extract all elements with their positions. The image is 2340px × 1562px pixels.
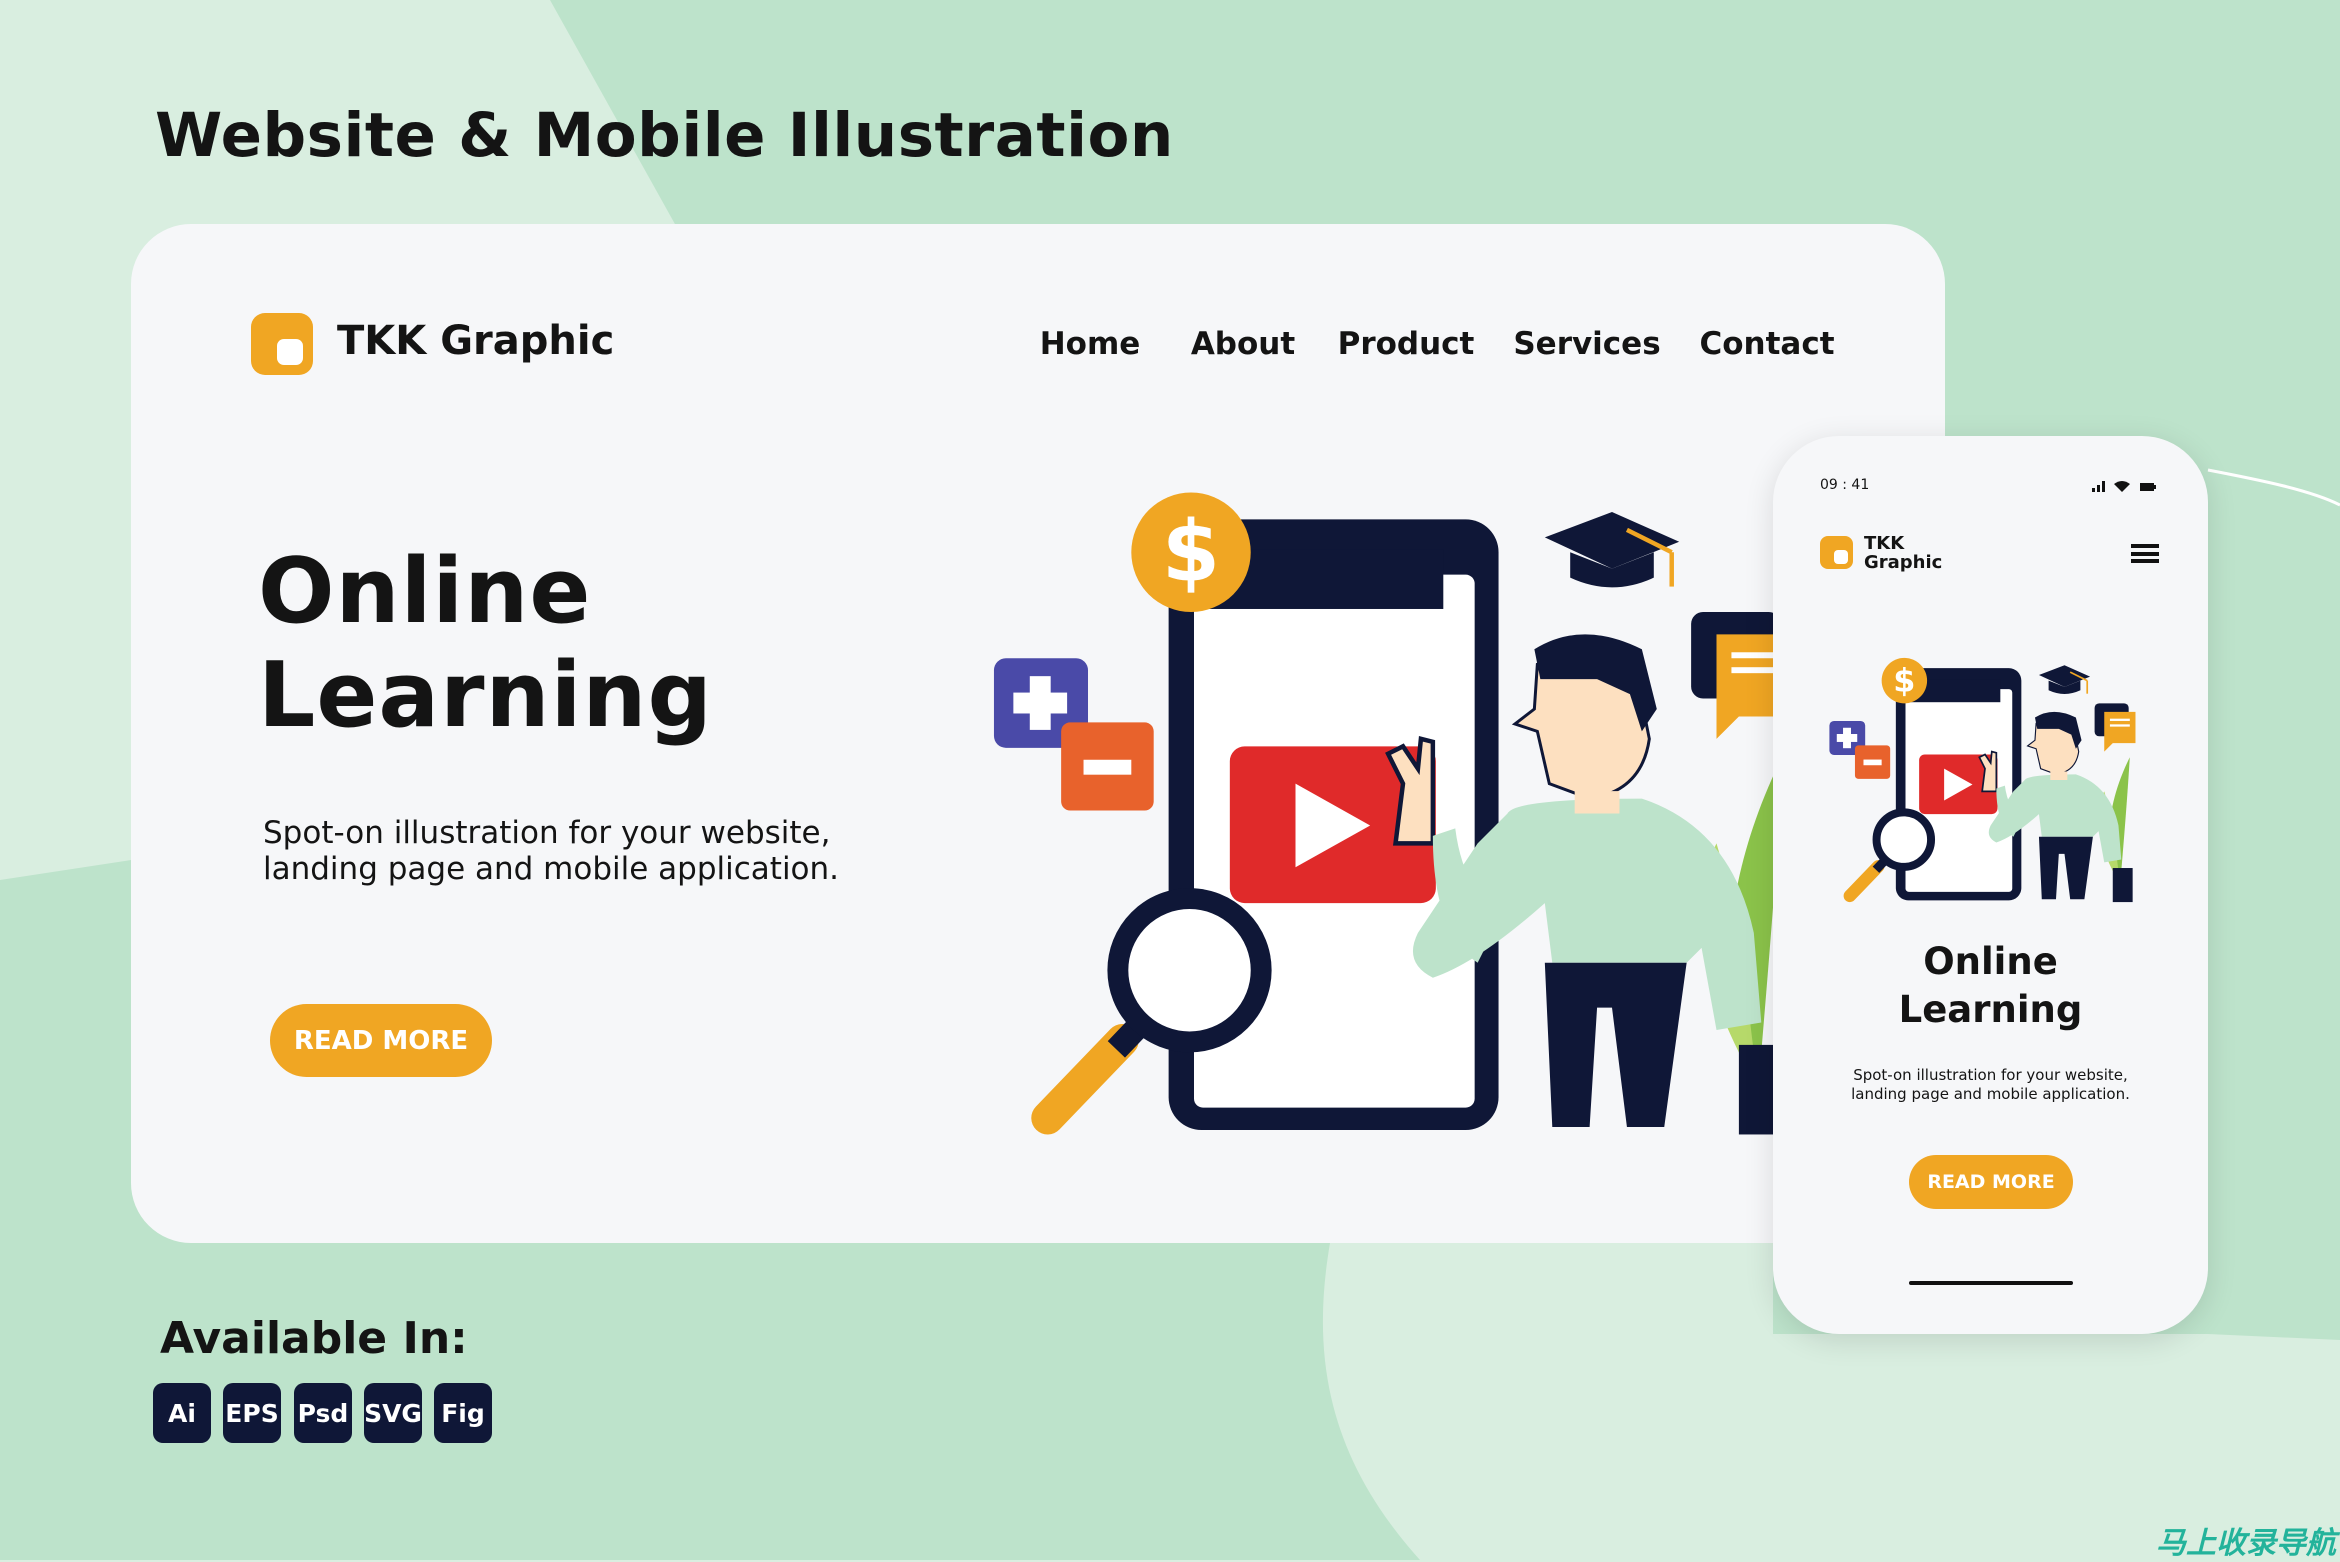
home-indicator [1909,1281,2073,1285]
brand-logo-icon[interactable] [251,313,313,375]
headline-line: Online [1923,940,2058,983]
status-icons [2092,481,2156,492]
hamburger-icon[interactable] [2131,544,2159,563]
mobile-brand[interactable]: TKK Graphic [1864,534,1942,572]
nav-about[interactable]: About [1191,326,1295,362]
subtitle-line: landing page and mobile application. [1851,1085,2130,1103]
subtitle-line: landing page and mobile application. [263,851,840,887]
format-badge-psd: Psd [294,1383,352,1443]
online-learning-illustration [985,485,1821,1142]
page-title: Website & Mobile Illustration [155,100,1174,171]
watermark: 马上收录导航 [2156,1526,2336,1561]
brand-line: TKK [1864,533,1905,554]
mobile-read-more-button[interactable]: READ MORE [1909,1155,2073,1209]
status-time: 09 : 41 [1820,477,1870,493]
mobile-illustration [1826,655,2144,905]
read-more-button[interactable]: READ MORE [270,1004,492,1077]
brand-line: Graphic [1864,552,1943,573]
format-badge-ai: Ai [153,1383,211,1443]
nav-contact[interactable]: Contact [1699,326,1834,362]
hero-headline: Online Learning [258,540,713,748]
mobile-logo-icon[interactable] [1820,536,1853,569]
format-badge-svg: SVG [364,1383,422,1443]
mobile-headline: Online Learning [1773,938,2208,1034]
format-badge-fig: Fig [434,1383,492,1443]
wifi-icon [2114,481,2130,492]
nav-services[interactable]: Services [1513,326,1660,362]
format-badge-eps: EPS [223,1383,281,1443]
brand-name[interactable]: TKK Graphic [337,318,614,364]
nav-product[interactable]: Product [1338,326,1475,362]
mobile-subtitle: Spot-on illustration for your website, l… [1773,1066,2208,1104]
headline-line: Online [258,539,592,644]
signal-icon [2092,481,2105,492]
headline-line: Learning [1898,988,2083,1031]
headline-line: Learning [258,643,713,748]
available-in-label: Available In: [160,1313,468,1364]
subtitle-line: Spot-on illustration for your website, [1853,1066,2128,1084]
battery-icon [2140,483,2156,491]
subtitle-line: Spot-on illustration for your website, [263,815,831,851]
hero-subtitle: Spot-on illustration for your website, l… [263,815,839,887]
nav-home[interactable]: Home [1040,326,1141,362]
